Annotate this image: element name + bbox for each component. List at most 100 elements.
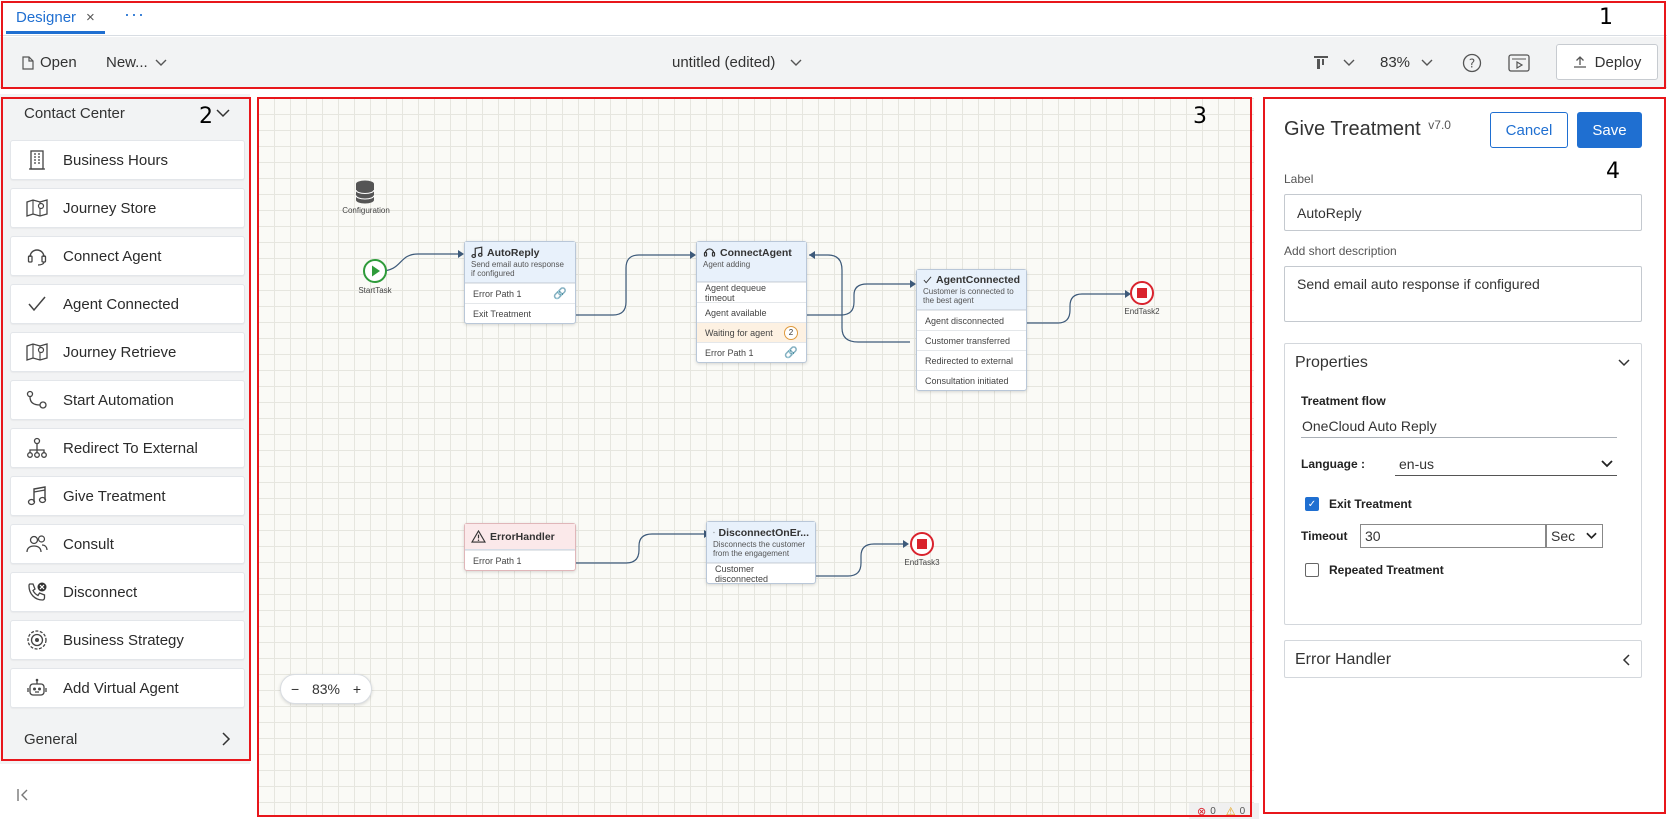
repeated-treatment-checkbox[interactable]: Repeated Treatment — [1305, 563, 1444, 577]
node-row[interactable]: Error Path 1 — [465, 550, 575, 570]
flow-canvas[interactable]: Configuration StartTask AutoReply Send e… — [258, 98, 1254, 816]
checkmark-icon — [28, 296, 46, 312]
version-label: v7.0 — [1428, 118, 1451, 132]
save-button[interactable]: Save — [1577, 112, 1642, 148]
automation-icon — [26, 390, 47, 409]
description-caption: Add short description — [1284, 244, 1397, 258]
headset-icon — [703, 248, 716, 257]
map-pin-icon — [26, 343, 48, 361]
marker-1: 1 — [1599, 5, 1613, 30]
warning-icon: ⚠ — [1225, 805, 1236, 818]
upload-icon — [1573, 56, 1586, 68]
checkbox-checked-icon: ✓ — [1305, 497, 1319, 511]
link-icon[interactable]: 🔗 — [784, 346, 798, 359]
music-note-icon — [471, 246, 483, 259]
marker-4: 4 — [1606, 159, 1620, 184]
node-row[interactable]: Waiting for agent 2 — [697, 322, 806, 342]
chevron-down-icon — [216, 109, 230, 118]
collapse-palette-icon[interactable] — [16, 788, 30, 807]
palette-item-consult[interactable]: Consult — [10, 524, 245, 564]
chevron-down-icon — [1601, 460, 1613, 468]
node-row[interactable]: Exit Treatment — [465, 303, 575, 323]
treatment-flow-select[interactable]: OneCloud Auto Reply — [1301, 414, 1617, 438]
map-pin-icon — [26, 199, 48, 217]
alignment-dropdown[interactable] — [1314, 37, 1356, 88]
tab-designer[interactable]: Designer × — [6, 4, 105, 34]
chevron-down-icon — [790, 59, 802, 66]
timeout-input[interactable]: 30 — [1360, 524, 1546, 548]
palette-item-start-automation[interactable]: Start Automation — [10, 380, 245, 420]
palette-item-journey-store[interactable]: Journey Store — [10, 188, 245, 228]
file-icon — [22, 55, 34, 70]
marker-3: 3 — [1193, 104, 1207, 129]
language-select[interactable]: en-us — [1395, 454, 1617, 476]
chevron-down-icon — [1343, 59, 1355, 66]
node-palette: Contact Center Business Hours Journey St… — [0, 94, 250, 764]
database-icon[interactable] — [354, 180, 376, 204]
cancel-button[interactable]: Cancel — [1490, 112, 1568, 148]
node-row[interactable]: Customer disconnected — [707, 563, 815, 584]
start-task-icon[interactable] — [362, 258, 388, 284]
palette-item-connect-agent[interactable]: Connect Agent — [10, 236, 245, 276]
hierarchy-icon — [27, 437, 47, 458]
treatment-flow-caption: Treatment flow — [1301, 394, 1386, 408]
deploy-button[interactable]: Deploy — [1556, 44, 1658, 80]
configuration-label: Configuration — [342, 206, 390, 215]
node-row[interactable]: Agent dequeue timeout — [697, 282, 806, 303]
node-agentconnected[interactable]: AgentConnected Customer is connected to … — [916, 269, 1027, 391]
label-input[interactable]: AutoReply — [1284, 194, 1642, 231]
error-handler-section[interactable]: Error Handler — [1284, 640, 1642, 678]
end-task-icon[interactable] — [909, 531, 935, 557]
palette-section-general[interactable]: General — [10, 720, 245, 758]
validation-counts[interactable]: ⊗ 0 ⚠ 0 — [1189, 803, 1259, 819]
node-row[interactable]: Error Path 1 🔗 — [697, 342, 806, 362]
help-icon[interactable]: ? — [1462, 37, 1482, 88]
zoom-in-button[interactable]: + — [353, 681, 361, 697]
flow-title-dropdown[interactable]: untitled (edited) — [672, 37, 803, 88]
node-row[interactable]: Customer transferred — [917, 330, 1026, 350]
palette-item-give-treatment[interactable]: Give Treatment — [10, 476, 245, 516]
preview-icon[interactable] — [1508, 37, 1530, 88]
node-connectagent[interactable]: ConnectAgent Agent adding Agent dequeue … — [696, 241, 807, 363]
palette-item-redirect-to-external[interactable]: Redirect To External — [10, 428, 245, 468]
zoom-level: 83% — [311, 681, 341, 697]
zoom-out-button[interactable]: − — [291, 681, 299, 697]
node-row[interactable]: Agent disconnected — [917, 310, 1026, 330]
chevron-down-icon — [155, 59, 167, 66]
link-icon[interactable]: 🔗 — [553, 287, 567, 300]
zoom-dropdown[interactable]: 83% — [1380, 37, 1434, 88]
start-task-label: StartTask — [358, 286, 392, 295]
end-task2-label: EndTask2 — [1124, 307, 1160, 316]
palette-item-disconnect[interactable]: Disconnect — [10, 572, 245, 612]
node-autoreply[interactable]: AutoReply Send email auto response if co… — [464, 241, 576, 324]
align-top-icon — [1314, 55, 1328, 69]
connectors — [379, 250, 1131, 577]
end-task-icon[interactable] — [1129, 280, 1155, 306]
svg-text:?: ? — [1469, 56, 1475, 70]
palette-item-add-virtual-agent[interactable]: Add Virtual Agent — [10, 668, 245, 708]
node-row[interactable]: Consultation initiated — [917, 370, 1026, 390]
more-tabs-icon[interactable]: ··· — [124, 4, 145, 25]
palette-item-business-hours[interactable]: Business Hours — [10, 140, 245, 180]
node-row[interactable]: Error Path 1 🔗 — [465, 283, 575, 303]
node-errorhandler[interactable]: ErrorHandler Error Path 1 — [464, 523, 576, 571]
timeout-unit-select[interactable]: Sec — [1546, 524, 1603, 548]
tab-label: Designer — [16, 9, 77, 26]
panel-title: Give Treatment v7.0 — [1284, 118, 1451, 140]
exit-treatment-checkbox[interactable]: ✓ Exit Treatment — [1305, 497, 1412, 511]
phone-x-icon — [713, 531, 715, 534]
chevron-down-icon — [1586, 532, 1597, 540]
description-input[interactable]: Send email auto response if configured — [1284, 266, 1642, 322]
palette-item-business-strategy[interactable]: Business Strategy — [10, 620, 245, 660]
new-button[interactable]: New... — [106, 37, 168, 88]
node-row[interactable]: Agent available — [697, 302, 806, 322]
palette-item-journey-retrieve[interactable]: Journey Retrieve — [10, 332, 245, 372]
properties-section: Properties Treatment flow OneCloud Auto … — [1284, 343, 1642, 625]
close-icon[interactable]: × — [86, 9, 95, 26]
properties-section-header[interactable]: Properties — [1285, 344, 1641, 382]
palette-item-agent-connected[interactable]: Agent Connected — [10, 284, 245, 324]
node-row[interactable]: Redirected to external — [917, 350, 1026, 370]
open-button[interactable]: Open — [22, 37, 77, 88]
node-disconnect[interactable]: DisconnectOnEr... Disconnects the custom… — [706, 521, 816, 584]
count-badge: 2 — [784, 325, 798, 340]
